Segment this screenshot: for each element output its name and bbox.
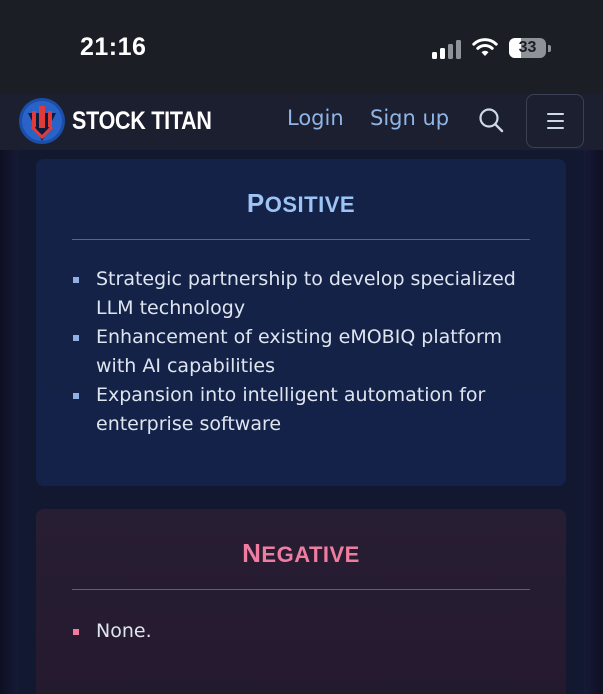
hamburger-line [546, 127, 564, 129]
list-item: Enhancement of existing eMOBIQ platform … [72, 323, 542, 381]
negative-card: NEGATIVE None. [36, 509, 566, 694]
bullet-icon [73, 335, 79, 341]
signup-link[interactable]: Sign up [370, 106, 449, 130]
status-bar: 21:16 33 [0, 0, 603, 94]
battery-icon: 33 [509, 38, 546, 58]
negative-list: None. [72, 617, 542, 646]
wifi-icon [472, 38, 498, 56]
hamburger-line [546, 113, 564, 115]
navbar: STOCK TITAN Login Sign up [0, 94, 603, 150]
bullet-icon [73, 393, 79, 399]
brand-name[interactable]: STOCK TITAN [72, 107, 212, 136]
battery-tip [548, 45, 551, 52]
list-item: None. [72, 617, 542, 646]
positive-title: POSITIVE [246, 188, 356, 218]
positive-divider [72, 239, 530, 240]
bullet-icon [73, 629, 79, 635]
search-icon[interactable] [477, 106, 505, 134]
positive-card: POSITIVE Strategic partnership to develo… [36, 159, 566, 486]
negative-title: NEGATIVE [242, 538, 360, 568]
logo-icon[interactable] [18, 97, 66, 145]
negative-divider [72, 589, 530, 590]
login-link[interactable]: Login [287, 106, 344, 130]
hamburger-line [546, 120, 564, 122]
bullet-icon [73, 277, 79, 283]
positive-list: Strategic partnership to develop special… [72, 265, 542, 439]
list-item: Expansion into intelligent automation fo… [72, 381, 542, 439]
status-time: 21:16 [80, 33, 147, 61]
list-item: Strategic partnership to develop special… [72, 265, 542, 323]
page-edge-left [0, 150, 18, 694]
cellular-signal-icon [432, 39, 464, 59]
main-content: POSITIVE Strategic partnership to develo… [18, 150, 584, 694]
battery-level: 33 [518, 39, 537, 56]
page-edge-right [584, 150, 603, 694]
hamburger-menu-button[interactable] [526, 94, 584, 148]
